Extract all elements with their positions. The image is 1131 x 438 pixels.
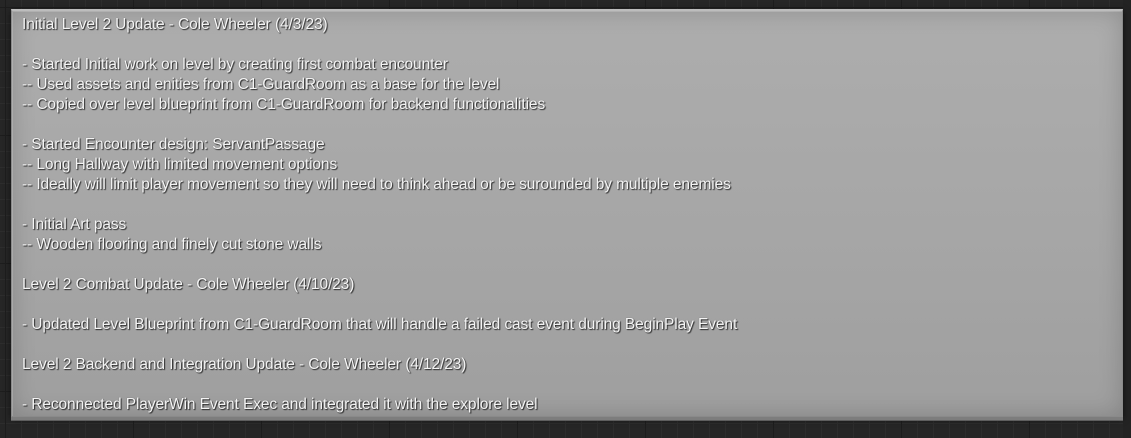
comment-line: -- Wooden flooring and finely cut stone … [22,236,322,253]
comment-line-title-1: Initial Level 2 Update - Cole Wheeler (4… [22,16,328,33]
comment-line-blank [22,295,1112,315]
comment-line-blank [22,335,1112,355]
comment-line: -- Ideally will limit player movement so… [22,176,731,193]
comment-line-title-2: Level 2 Combat Update - Cole Wheeler (4/… [22,276,355,293]
comment-text-block: Initial Level 2 Update - Cole Wheeler (4… [22,15,1112,415]
comment-line-title-3: Level 2 Backend and Integration Update -… [22,356,467,373]
comment-line-blank [22,115,1112,135]
blueprint-comment-box[interactable]: Initial Level 2 Update - Cole Wheeler (4… [11,9,1123,417]
comment-line-blank [22,195,1112,215]
comment-line: - Updated Level Blueprint from C1-GuardR… [22,316,738,333]
comment-line-blank [22,375,1112,395]
comment-line-blank [22,35,1112,55]
comment-line: - Started Encounter design: ServantPassa… [22,136,325,153]
canvas-right-gutter [1123,0,1131,438]
comment-line: - Reconnected PlayerWin Event Exec and i… [22,396,538,413]
comment-line: -- Used assets and enities from C1-Guard… [22,76,500,93]
comment-line-blank [22,255,1112,275]
comment-line: -- Copied over level blueprint from C1-G… [22,96,546,113]
comment-line: -- Long Hallway with limited movement op… [22,156,338,173]
comment-box-bottom-edge [11,417,1123,421]
comment-line: - Initial Art pass [22,216,127,233]
comment-line: - Started Initial work on level by creat… [22,56,448,73]
